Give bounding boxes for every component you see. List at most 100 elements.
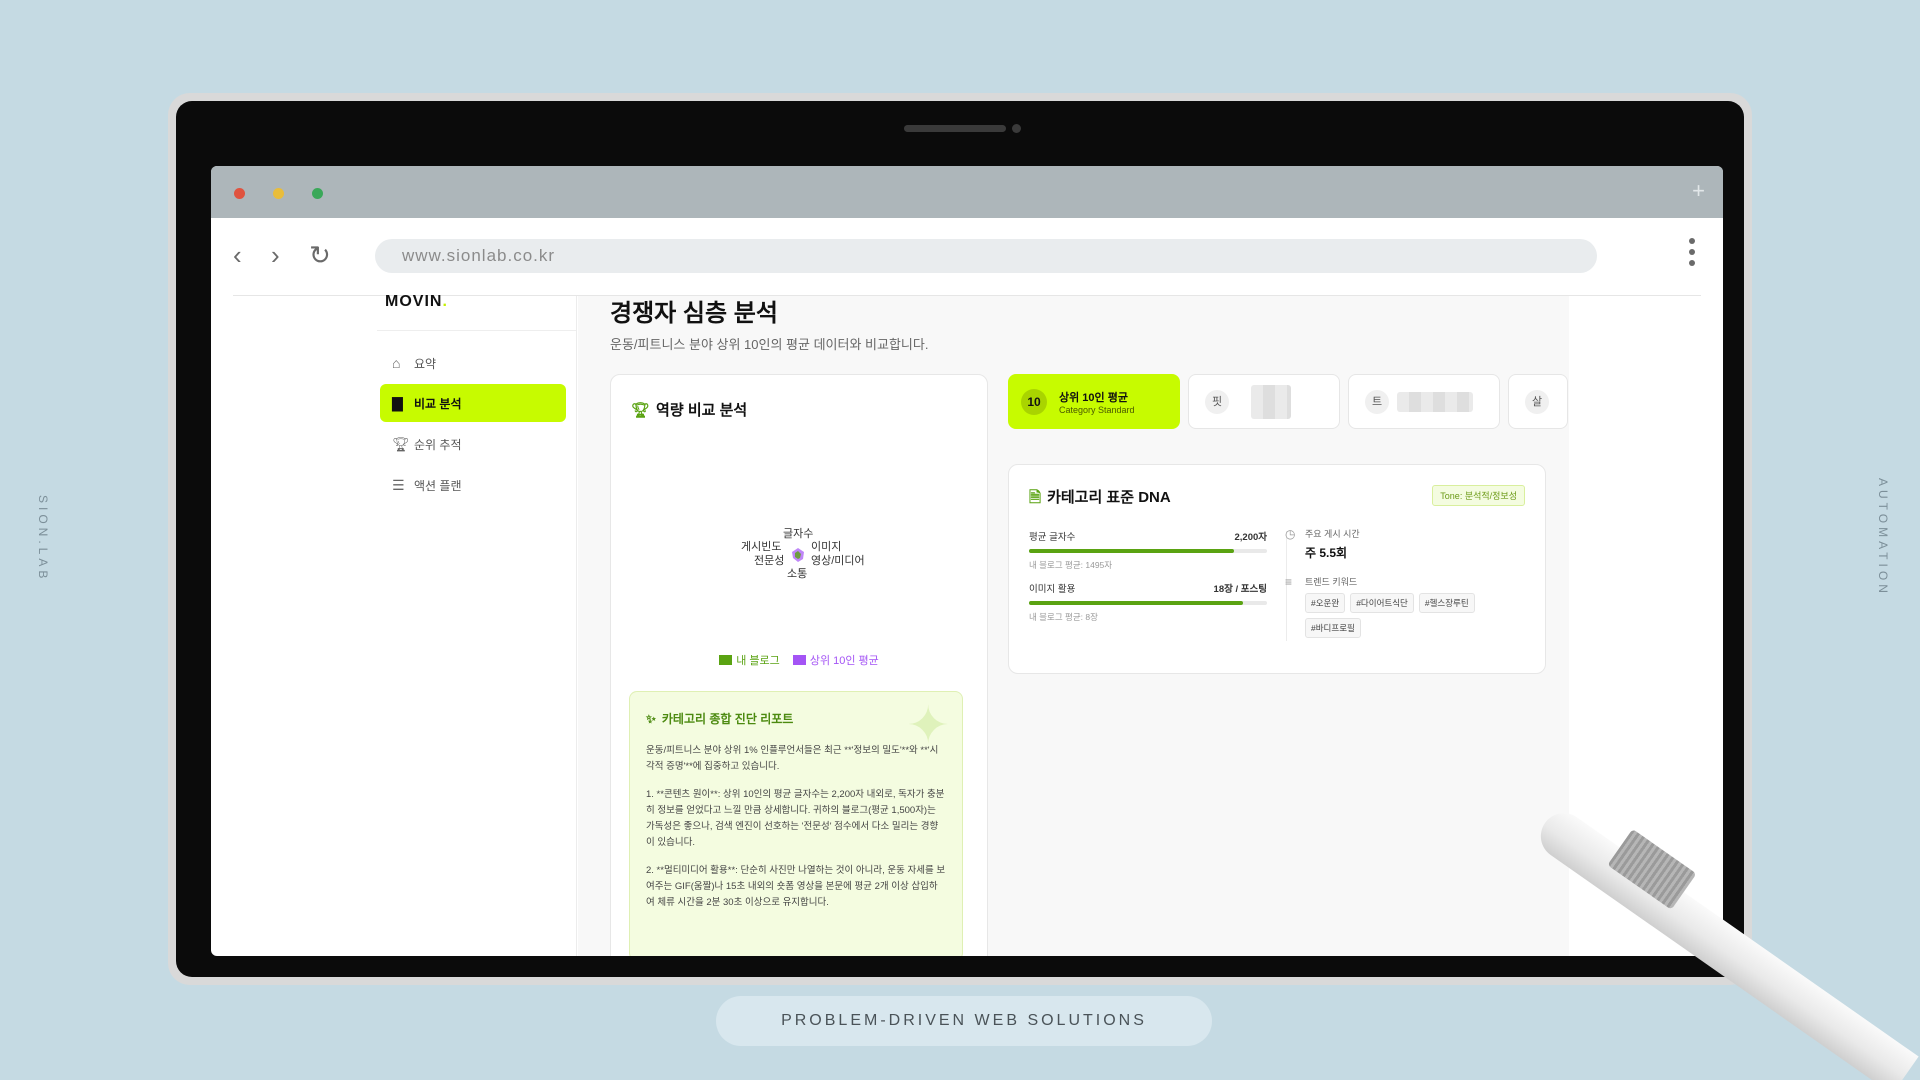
reload-icon[interactable]: ↻ (309, 242, 331, 268)
browser-navbar: ‹ › ↻ www.sionlab.co.kr (233, 218, 1701, 296)
legend-swatch-top10 (792, 655, 806, 665)
sidebar-item-label: 액션 플랜 (414, 478, 462, 493)
tab-label: 상위 10인 평균 (1059, 392, 1128, 404)
new-tab-button[interactable]: + (1692, 178, 1705, 204)
tablet-speaker (904, 125, 1006, 132)
browser-menu-icon[interactable] (1689, 238, 1697, 271)
bar-chart-icon: ▇ (392, 394, 403, 411)
report-paragraph: 1. **콘텐츠 원이**: 상위 10인의 평균 글자수는 2,200자 내외… (646, 789, 945, 848)
sidebar-item-summary[interactable]: ⌂ 요약 (380, 344, 566, 382)
checklist-icon: ☰ (392, 476, 405, 493)
metric-label: 이미지 활용 (1029, 584, 1076, 595)
competitor-avatar: 트 (1365, 390, 1389, 414)
trend-keywords-label: 트렌드 키워드 (1305, 577, 1358, 587)
report-title-text: 카테고리 종합 진단 리포트 (661, 712, 794, 726)
dna-right-column: ◷ 주요 게시 시간 주 5.5회 ≡ 트렌드 키워드 #오운완 #다이어트식단 (1285, 527, 1535, 638)
home-icon: ⌂ (392, 355, 401, 371)
report-title: ✨︎ 카테고리 종합 진단 리포트 (646, 710, 946, 727)
sidebar-item-label: 요약 (414, 356, 437, 371)
brand-dot: . (442, 293, 448, 310)
metric-bar (1029, 601, 1267, 605)
radar-axis-label-engagement: 소통 (787, 568, 808, 580)
legend-top10: 상위 10인 평균 (792, 655, 879, 667)
keyword-tag[interactable]: #바디프로필 (1305, 618, 1361, 638)
radar-axis-label-expertise: 전문성 (754, 555, 785, 567)
legend-mine: 내 블로그 (719, 655, 780, 667)
radar-plot-shape (792, 548, 804, 562)
tab-competitor-2[interactable]: 트 (1348, 374, 1500, 429)
tab-number-badge: 10 (1021, 389, 1047, 415)
sidebar-item-label: 순위 추적 (414, 437, 462, 452)
close-window-button[interactable] (234, 188, 245, 199)
competitor-tabs: 10 상위 10인 평균 Category Standard 핏 트 살 (1008, 374, 1568, 430)
category-dna-card: 🗎︎ 카테고리 표준 DNA Tone: 분석적/정보성 평균 글자수 2,200자… (1008, 464, 1546, 674)
report-paragraph: 운동/피트니스 분야 상위 1% 인플루언서들은 최근 **'정보의 밀도'**… (646, 745, 939, 772)
legend-label-top10: 상위 10인 평균 (809, 655, 879, 667)
radar-axis-label-media: 영상/미디어 (811, 555, 865, 567)
legend-label-mine: 내 블로그 (736, 655, 780, 667)
report-paragraph: 2. **멀티미디어 활용**: 단순히 사진만 나열하는 것이 아니라, 운동… (646, 865, 946, 908)
sidebar-item-label: 비교 분석 (414, 396, 462, 411)
blurred-name (1251, 385, 1291, 419)
blurred-name (1397, 392, 1473, 412)
keyword-tags: #오운완 #다이어트식단 #헬스장루틴 #바디프로필 (1305, 593, 1535, 638)
metric-value: 18장 / 포스팅 (1213, 584, 1267, 595)
sidebar-item-ranking[interactable]: 🏆︎ 순위 추적 (380, 425, 566, 463)
post-frequency: ◷ 주요 게시 시간 주 5.5회 (1285, 527, 1535, 561)
brand-name: MOVIN (385, 293, 443, 310)
metric-bar-fill (1029, 601, 1244, 605)
camera-icon (1012, 124, 1021, 133)
metric-note: 내 블로그 평균: 8장 (1029, 612, 1098, 622)
sidebar-divider (377, 330, 576, 331)
sidebar: MOVIN. ⌂ 요약 ▇ 비교 분석 🏆︎ 순위 추적 ☰ 액션 플랜 (377, 293, 577, 956)
trend-keywords: ≡ 트렌드 키워드 #오운완 #다이어트식단 #헬스장루틴 #바디프로필 (1285, 575, 1535, 638)
tab-competitor-3[interactable]: 살 (1508, 374, 1568, 429)
browser-window: + ‹ › ↻ www.sionlab.co.kr MOVIN. ⌂ 요약 ▇ … (211, 166, 1723, 956)
tab-sublabel: Category Standard (1059, 405, 1135, 415)
legend-swatch-mine (719, 655, 733, 665)
forward-arrow-icon[interactable]: › (271, 242, 280, 268)
metric-value: 2,200자 (1234, 532, 1267, 543)
list-icon: ≡ (1285, 575, 1293, 589)
tone-badge: Tone: 분석적/정보성 (1432, 485, 1525, 506)
radar-axis-label-length: 글자수 (783, 528, 814, 540)
sidebar-item-comparison[interactable]: ▇ 비교 분석 (380, 384, 566, 422)
tab-top10-average[interactable]: 10 상위 10인 평균 Category Standard (1008, 374, 1180, 429)
competitor-avatar: 살 (1525, 390, 1549, 414)
page-subtitle: 운동/피트니스 분야 상위 10인의 평균 데이터와 비교합니다. (610, 337, 929, 352)
keyword-tag[interactable]: #헬스장루틴 (1418, 593, 1475, 613)
trophy-icon: 🏆︎ (392, 435, 410, 452)
post-frequency-value: 주 5.5회 (1305, 546, 1348, 560)
metric-label: 평균 글자수 (1029, 532, 1076, 543)
main-content: 경쟁자 심층 분석 운동/피트니스 분야 상위 10인의 평균 데이터와 비교합… (578, 296, 1569, 956)
app-root: MOVIN. ⌂ 요약 ▇ 비교 분석 🏆︎ 순위 추적 ☰ 액션 플랜 경쟁자… (211, 293, 1723, 956)
metric-note: 내 블로그 평균: 1495자 (1029, 560, 1113, 570)
post-frequency-label: 주요 게시 시간 (1305, 529, 1360, 539)
footer-tagline: PROBLEM-DRIVEN WEB SOLUTIONS (716, 996, 1212, 1046)
clock-icon: ◷ (1285, 527, 1296, 541)
dna-title-text: 카테고리 표준 DNA (1047, 489, 1171, 506)
competitor-avatar: 핏 (1205, 390, 1229, 414)
tablet-frame: + ‹ › ↻ www.sionlab.co.kr MOVIN. ⌂ 요약 ▇ … (168, 93, 1752, 985)
side-label-left: SION.LAB (36, 495, 50, 583)
keyword-tag[interactable]: #다이어트식단 (1350, 593, 1414, 613)
magic-icon: ✨︎ (646, 712, 656, 726)
diagnosis-report: ✦ ✨︎ 카테고리 종합 진단 리포트 운동/피트니스 분야 상위 1% 인플루언… (629, 691, 963, 956)
document-icon: 🗎︎ (1029, 489, 1042, 506)
sidebar-item-action-plan[interactable]: ☰ 액션 플랜 (380, 466, 566, 504)
brand-logo[interactable]: MOVIN. (385, 293, 448, 311)
radar-legend: 내 블로그 상위 10인 평균 (611, 652, 987, 668)
tab-competitor-1[interactable]: 핏 (1188, 374, 1340, 429)
minimize-window-button[interactable] (273, 188, 284, 199)
address-bar[interactable]: www.sionlab.co.kr (375, 239, 1597, 273)
tablet-bezel: + ‹ › ↻ www.sionlab.co.kr MOVIN. ⌂ 요약 ▇ … (176, 101, 1744, 977)
maximize-window-button[interactable] (312, 188, 323, 199)
back-arrow-icon[interactable]: ‹ (233, 242, 242, 268)
dna-card-title: 🗎︎ 카테고리 표준 DNA (1029, 486, 1171, 512)
keyword-tag[interactable]: #오운완 (1305, 593, 1346, 613)
radar-card: 🏆︎ 역량 비교 분석 글자수 이미지 영상/미디어 소통 전문성 게시빈도 내… (610, 374, 988, 956)
metric-bar-fill (1029, 549, 1234, 553)
page-title: 경쟁자 심층 분석 (610, 300, 778, 327)
metric-bar (1029, 549, 1267, 553)
radar-axis-label-frequency: 게시빈도 (741, 541, 782, 553)
